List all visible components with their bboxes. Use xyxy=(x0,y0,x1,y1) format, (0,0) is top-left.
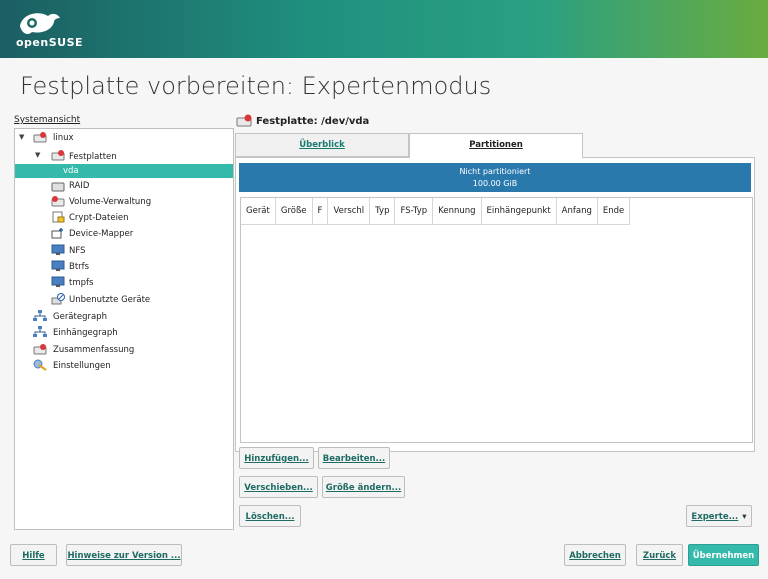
column-header[interactable]: Verschl xyxy=(328,198,371,225)
tree-item-nfs[interactable]: NFS xyxy=(69,244,86,258)
tab-partitionen[interactable]: Partitionen xyxy=(409,133,583,158)
tab-label: Partitionen xyxy=(469,140,523,150)
harddisk-icon xyxy=(236,114,252,127)
tree-item-linux[interactable]: linux xyxy=(53,131,74,145)
disk-label: Festplatte: /dev/vda xyxy=(256,116,370,127)
abort-button[interactable]: Abbrechen xyxy=(564,544,626,566)
disk-usage-bar[interactable]: Nicht partitioniert 100.00 GiB xyxy=(239,163,751,192)
expand-arrow-icon[interactable]: ▼ xyxy=(19,133,24,141)
tree-label: Systemansicht xyxy=(14,115,81,125)
device-graph-icon xyxy=(33,310,47,321)
network-drive-icon xyxy=(51,244,65,255)
column-header[interactable]: Größe xyxy=(275,198,313,225)
expand-arrow-icon[interactable]: ▼ xyxy=(35,151,40,159)
device-mapper-icon xyxy=(51,228,63,239)
harddisk-icon xyxy=(51,150,65,161)
tree-item-einhaengegraph[interactable]: Einhängegraph xyxy=(53,326,118,340)
tree-item-festplatten[interactable]: Festplatten xyxy=(69,150,117,164)
expert-menu-button[interactable]: Experte... ▾ xyxy=(686,505,752,527)
column-header[interactable]: F xyxy=(312,198,329,225)
release-notes-button[interactable]: Hinweise zur Version ... xyxy=(66,544,182,566)
move-button[interactable]: Verschieben... xyxy=(239,476,318,498)
btrfs-icon xyxy=(51,260,65,271)
tree-item-vda[interactable]: vda xyxy=(15,164,233,178)
column-header[interactable]: Ende xyxy=(597,198,631,225)
back-button[interactable]: Zurück xyxy=(636,544,683,566)
harddisk-icon xyxy=(51,182,65,192)
mount-graph-icon xyxy=(33,326,47,337)
partition-table[interactable]: Gerät Größe F Verschl Typ FS-Typ Kennung… xyxy=(240,197,753,443)
system-tree[interactable]: ▼ linux ▼ Festplatten vda RAID Volume-Ve… xyxy=(14,128,234,530)
tree-item-label: vda xyxy=(63,166,79,176)
harddisk-icon xyxy=(51,196,65,207)
tmpfs-icon xyxy=(51,276,65,287)
add-button[interactable]: Hinzufügen... xyxy=(239,447,314,469)
column-header[interactable]: Einhängepunkt xyxy=(481,198,557,225)
help-button[interactable]: Hilfe xyxy=(10,544,57,566)
bar-status: Nicht partitioniert xyxy=(459,167,531,176)
resize-button[interactable]: Größe ändern... xyxy=(322,476,405,498)
bar-size: 100.00 GiB xyxy=(472,179,518,188)
column-header[interactable]: FS-Typ xyxy=(395,198,434,225)
column-header[interactable]: Anfang xyxy=(556,198,598,225)
summary-icon xyxy=(33,344,47,355)
tree-item-zusammenfassung[interactable]: Zusammenfassung xyxy=(53,343,134,357)
tree-item-device-mapper[interactable]: Device-Mapper xyxy=(69,227,133,241)
tree-item-btrfs[interactable]: Btrfs xyxy=(69,260,89,274)
edit-button[interactable]: Bearbeiten... xyxy=(318,447,390,469)
page-title: Festplatte vorbereiten: Expertenmodus xyxy=(20,72,492,100)
column-header[interactable]: Typ xyxy=(370,198,396,225)
encrypted-file-icon xyxy=(52,211,65,223)
opensuse-logo-text: openSUSE xyxy=(16,36,84,49)
tree-item-raid[interactable]: RAID xyxy=(69,179,89,193)
tree-item-crypt-dateien[interactable]: Crypt-Dateien xyxy=(69,211,129,225)
delete-button[interactable]: Löschen... xyxy=(239,505,301,527)
tree-item-einstellungen[interactable]: Einstellungen xyxy=(53,359,111,373)
accept-button[interactable]: Übernehmen xyxy=(688,544,759,566)
tree-item-tmpfs[interactable]: tmpfs xyxy=(69,276,93,290)
column-header[interactable]: Gerät xyxy=(241,198,276,225)
header-banner: openSUSE xyxy=(0,0,768,58)
expert-label: Experte... xyxy=(691,512,739,522)
tree-item-unbenutzte-geraete[interactable]: Unbenutzte Geräte xyxy=(69,293,150,307)
unused-devices-icon xyxy=(51,293,65,305)
column-header[interactable]: Kennung xyxy=(433,198,482,225)
table-header: Gerät Größe F Verschl Typ FS-Typ Kennung… xyxy=(241,198,631,225)
tab-ueberblick[interactable]: Überblick xyxy=(235,133,409,157)
harddisk-icon xyxy=(33,132,47,143)
settings-icon xyxy=(33,359,47,371)
chevron-down-icon: ▾ xyxy=(742,512,747,522)
tree-item-geraetegraph[interactable]: Gerätegraph xyxy=(53,310,107,324)
tree-item-volume-verwaltung[interactable]: Volume-Verwaltung xyxy=(69,195,151,209)
